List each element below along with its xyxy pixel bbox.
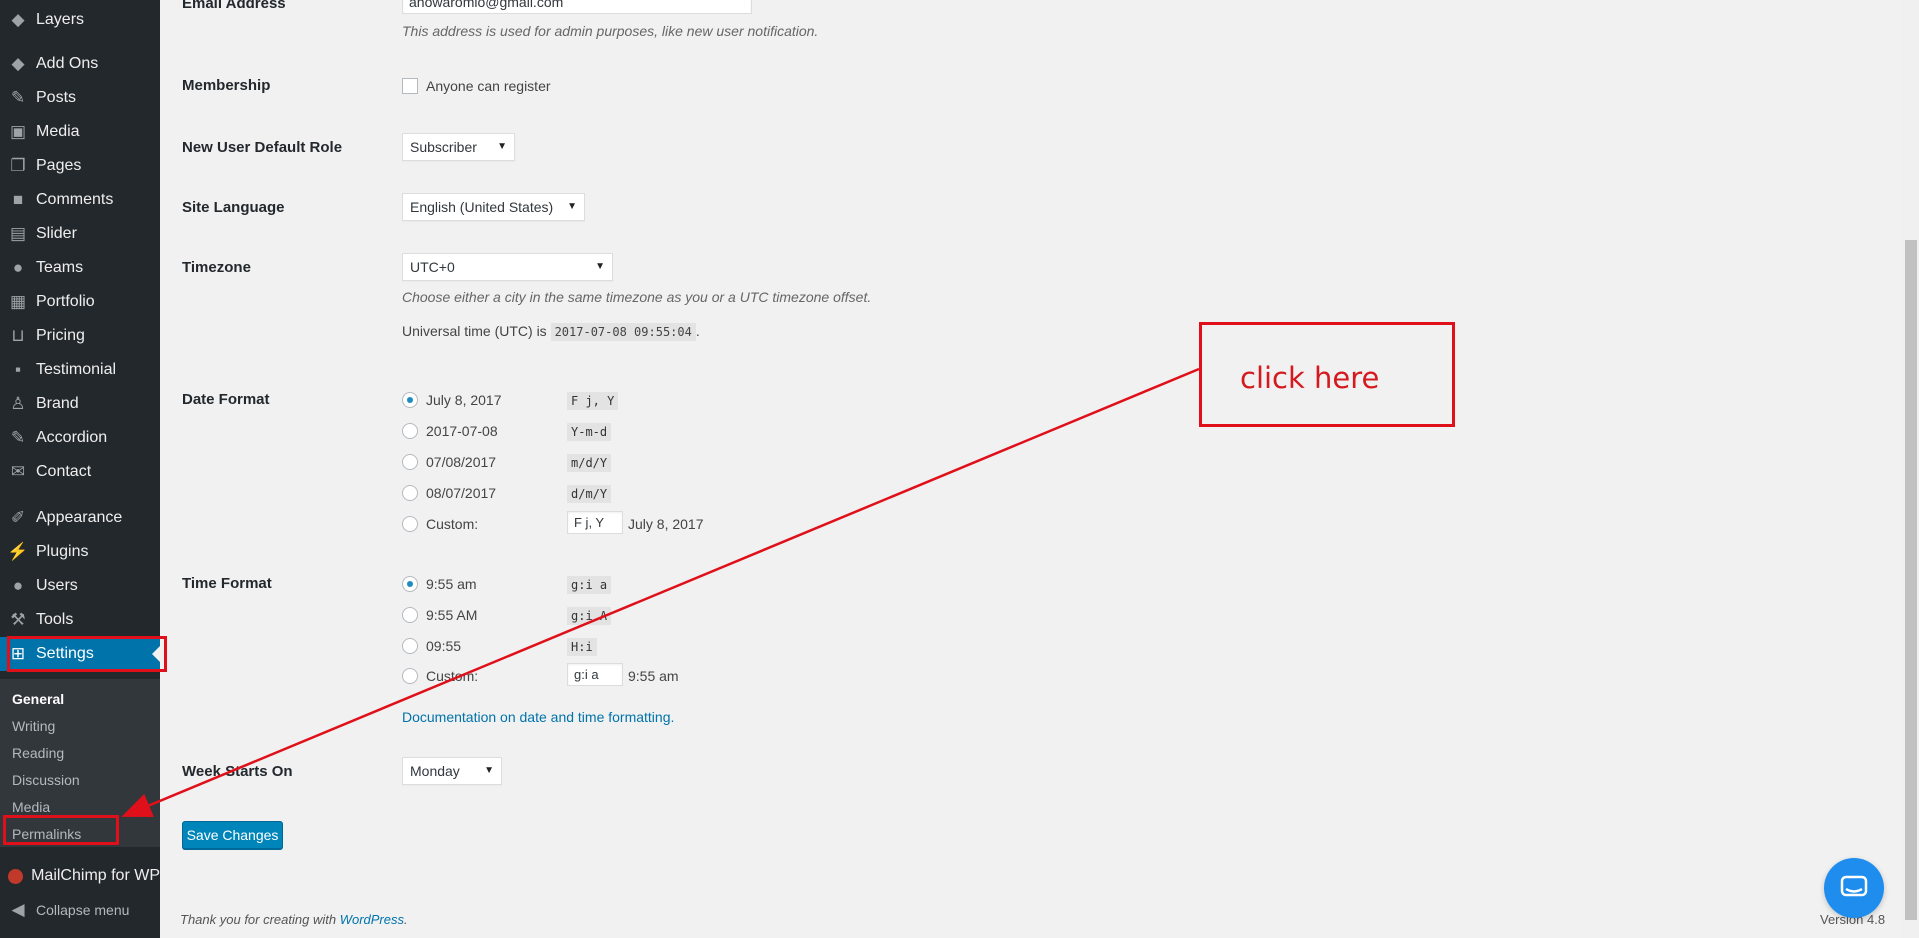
scrollbar-thumb[interactable] bbox=[1905, 240, 1917, 920]
page-scrollbar[interactable] bbox=[1902, 0, 1919, 938]
chat-widget-button[interactable] bbox=[1824, 858, 1884, 918]
chat-bubble-icon bbox=[1840, 875, 1868, 897]
annotation-arrow bbox=[121, 367, 1200, 817]
